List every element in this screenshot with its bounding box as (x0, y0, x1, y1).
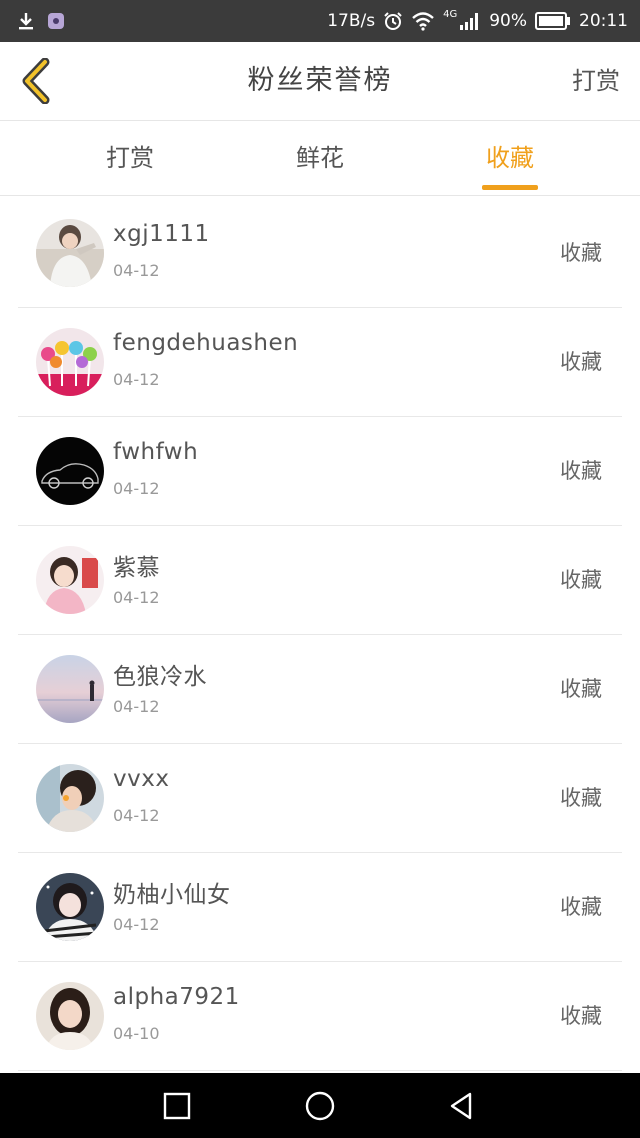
square-icon (163, 1092, 191, 1119)
status-bar: 17B/s 4G 90% 20:11 (0, 0, 640, 42)
battery-percent: 90% (489, 11, 527, 31)
avatar (36, 873, 104, 941)
nav-back-button[interactable] (430, 1073, 494, 1138)
battery-icon (535, 12, 570, 30)
list-item[interactable]: fwhfwh 04-12 收藏 (18, 417, 622, 526)
home-button[interactable] (288, 1073, 352, 1138)
avatar (36, 437, 104, 505)
list-item[interactable]: fengdehuashen 04-12 收藏 (18, 308, 622, 417)
tab-flowers[interactable]: 鲜花 (260, 121, 380, 195)
favorite-label: 收藏 (560, 895, 602, 919)
user-name: 奶柚小仙女 (113, 882, 231, 908)
user-name: alpha7921 (113, 984, 240, 1010)
favorite-label: 收藏 (560, 677, 602, 701)
tab-favorites[interactable]: 收藏 (450, 121, 570, 195)
favorite-label: 收藏 (560, 1004, 602, 1028)
download-icon (19, 13, 33, 30)
favorite-label: 收藏 (560, 350, 602, 374)
favorite-label: 收藏 (560, 568, 602, 592)
list-item[interactable]: 色狼冷水 04-12 收藏 (18, 635, 622, 744)
recent-apps-button[interactable] (145, 1073, 209, 1138)
page-title: 粉丝荣誉榜 (247, 65, 393, 96)
tab-bar: 打赏 鲜花 收藏 (0, 121, 640, 196)
favorite-label: 收藏 (560, 786, 602, 810)
wifi-icon (412, 12, 434, 31)
tab-reward[interactable]: 打赏 (70, 121, 190, 195)
avatar (36, 328, 104, 396)
list-item[interactable]: 紫慕 04-12 收藏 (18, 526, 622, 635)
avatar (36, 655, 104, 723)
user-name: xgj1111 (113, 221, 210, 247)
triangle-back-icon (450, 1092, 472, 1119)
app-header: 粉丝荣誉榜 打赏 (0, 42, 640, 121)
date: 04-12 (113, 370, 160, 389)
user-name: fwhfwh (113, 439, 199, 465)
user-name: 紫慕 (113, 555, 160, 581)
avatar (36, 764, 104, 832)
favorite-label: 收藏 (560, 459, 602, 483)
list-item[interactable]: vvxx 04-12 收藏 (18, 744, 622, 853)
list-item[interactable]: 奶柚小仙女 04-12 收藏 (18, 853, 622, 962)
date: 04-12 (113, 915, 160, 934)
circle-icon (305, 1091, 335, 1120)
signal-icon (460, 13, 479, 30)
date: 04-10 (113, 1024, 160, 1043)
date: 04-12 (113, 479, 160, 498)
network-speed: 17B/s (327, 11, 376, 31)
user-name: vvxx (113, 766, 170, 792)
network-type: 4G (443, 8, 458, 20)
clock: 20:11 (579, 11, 628, 31)
date: 04-12 (113, 697, 160, 716)
user-name: fengdehuashen (113, 330, 299, 356)
user-name: 色狼冷水 (113, 664, 207, 690)
date: 04-12 (113, 588, 160, 607)
tab-active-indicator (482, 185, 538, 190)
list-item[interactable]: alpha7921 04-10 收藏 (18, 962, 622, 1071)
alarm-icon (384, 12, 402, 30)
system-nav-bar (0, 1073, 640, 1138)
favorite-label: 收藏 (560, 241, 602, 265)
reward-button[interactable]: 打赏 (572, 42, 620, 120)
avatar (36, 219, 104, 287)
fan-list: xgj1111 04-12 收藏 fengdehuashen 04-12 收藏 (18, 199, 622, 1071)
avatar (36, 982, 104, 1050)
app-notification-icon (48, 13, 64, 29)
date: 04-12 (113, 261, 160, 280)
date: 04-12 (113, 806, 160, 825)
avatar (36, 546, 104, 614)
list-item[interactable]: xgj1111 04-12 收藏 (18, 199, 622, 308)
